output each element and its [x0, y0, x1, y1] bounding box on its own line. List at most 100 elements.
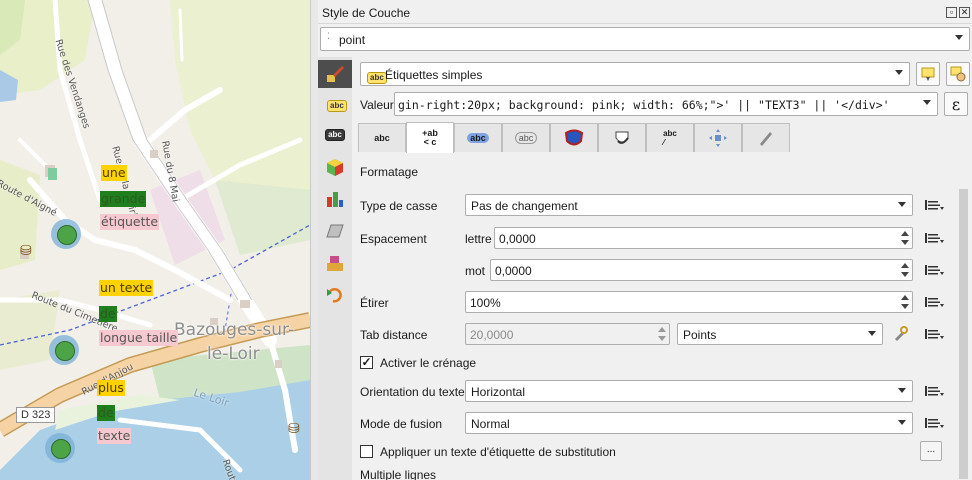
tab-formatting[interactable]: +ab < c — [406, 122, 454, 153]
orientation-select-value: Horizontal — [471, 385, 526, 399]
tab-callouts[interactable]: abc ⁄ — [646, 123, 694, 152]
map-canvas[interactable]: Bazouges-sur- le-Loir Rue des Vendanges … — [0, 0, 310, 480]
point-layer-icon: ⁚ — [327, 31, 330, 41]
point-feature[interactable] — [51, 219, 81, 249]
tab-background[interactable] — [550, 123, 598, 152]
data-defined-override-button[interactable] — [920, 291, 946, 313]
orientation-select[interactable]: Horizontal — [465, 380, 913, 402]
chevron-down-icon — [898, 388, 906, 393]
formatting-icon: +ab < c — [422, 128, 438, 147]
tab-buffer[interactable]: abc — [454, 123, 502, 152]
diagrams-tab[interactable] — [318, 185, 352, 213]
data-defined-override-button[interactable] — [920, 412, 946, 434]
data-defined-override-button[interactable] — [920, 194, 946, 216]
point-feature[interactable] — [49, 335, 79, 365]
case-label: Type de casse — [360, 199, 438, 213]
mask-tab[interactable] — [318, 217, 352, 245]
data-defined-icon — [925, 200, 944, 210]
history-tab[interactable] — [318, 281, 352, 309]
point-feature[interactable] — [45, 433, 75, 463]
expression-icon: abc — [327, 97, 347, 112]
copy-style-icon — [921, 67, 935, 81]
paintbrush-icon — [760, 132, 772, 146]
place-name-line2: le-Loir — [207, 344, 260, 364]
layer-select-value: point — [339, 33, 366, 47]
chevron-down-icon — [898, 420, 906, 425]
word-spacing-input[interactable]: 0,0000 — [490, 259, 913, 281]
paste-style-button[interactable] — [946, 62, 970, 86]
case-select[interactable]: Pas de changement — [465, 194, 913, 216]
symbology-tab[interactable] — [318, 60, 352, 88]
chevron-down-icon — [868, 331, 876, 336]
label-line: de — [99, 306, 117, 322]
callout-icon: abc ⁄ — [663, 129, 677, 147]
value-label: Valeur — [360, 98, 394, 112]
labels-tab[interactable]: abc — [318, 121, 352, 149]
tab-mask[interactable]: abc — [502, 123, 550, 152]
blend-mode-select[interactable]: Normal — [465, 412, 913, 434]
label-line: de — [97, 405, 115, 421]
undo-icon — [327, 288, 342, 303]
3d-view-tab[interactable] — [318, 153, 352, 181]
value-expression-input[interactable]: gin-right:20px; background: pink; width:… — [394, 92, 938, 116]
spin-buttons — [655, 324, 669, 344]
spin-buttons[interactable] — [898, 292, 912, 312]
tab-shadow[interactable] — [598, 123, 646, 152]
stretch-label: Étirer — [360, 296, 389, 310]
panel-splitter[interactable] — [310, 0, 318, 480]
layer-styling-panel: Style de Couche ▫ ✕ ⁚ point abc abc Étiq… — [318, 0, 972, 480]
orientation-label: Orientation du texte — [360, 385, 465, 399]
binoculars-icon: ⛁ — [20, 242, 32, 258]
blend-mode-label: Mode de fusion — [360, 417, 443, 431]
road-shield: D 323 — [16, 407, 56, 423]
data-defined-override-button[interactable] — [920, 380, 946, 402]
float-icon[interactable]: ▫ — [946, 7, 957, 18]
fields-tab[interactable] — [318, 249, 352, 277]
value-expression-text: gin-right:20px; background: pink; width:… — [398, 98, 890, 112]
spin-buttons[interactable] — [898, 260, 912, 280]
expression-builder-button[interactable]: ε — [944, 92, 968, 116]
shadow-icon — [615, 131, 629, 144]
wrench-icon[interactable] — [892, 325, 908, 344]
tab-distance-input: 20,0000 — [465, 323, 670, 345]
data-defined-icon — [925, 233, 944, 243]
data-defined-override-button[interactable] — [920, 323, 946, 345]
cube-icon — [327, 159, 343, 176]
tab-rendering[interactable] — [742, 123, 790, 152]
close-icon[interactable]: ✕ — [959, 7, 970, 18]
paintbrush-icon — [327, 66, 344, 82]
tab-distance-value: 20,0000 — [470, 328, 514, 342]
tab-distance-unit-select[interactable]: Points — [677, 323, 883, 345]
section-title: Formatage — [360, 165, 419, 179]
data-defined-override-button[interactable] — [920, 227, 946, 249]
chevron-down-icon — [898, 202, 906, 207]
scrollbar[interactable] — [956, 183, 972, 480]
word-spacing-value: 0,0000 — [495, 264, 532, 278]
substitution-checkbox[interactable] — [360, 445, 373, 458]
kerning-checkbox[interactable]: ✓ — [360, 356, 373, 369]
formatting-page: Formatage Type de casse Pas de changemen… — [352, 153, 972, 480]
tab-placement[interactable] — [694, 123, 742, 152]
labels-icon: abc — [367, 69, 387, 84]
labels-icon: abc — [325, 129, 345, 141]
placement-icon — [709, 129, 727, 147]
substitution-label: Appliquer un texte d'étiquette de substi… — [380, 445, 616, 459]
data-defined-override-button[interactable] — [920, 259, 946, 281]
hand-icon — [950, 66, 966, 82]
word-spacing-label: mot — [465, 264, 486, 278]
scrollbar-thumb[interactable] — [959, 189, 968, 479]
renderer-select[interactable]: abc Étiquettes simples — [360, 62, 910, 86]
chevron-down-icon — [955, 35, 963, 40]
substitution-settings-button[interactable]: ... — [920, 441, 942, 461]
stretch-input[interactable]: 100% — [465, 291, 913, 313]
buffer-icon: abc — [467, 133, 489, 143]
label-line: une — [101, 165, 127, 181]
tab-text[interactable]: abc — [358, 123, 406, 152]
chevron-down-icon — [923, 100, 931, 105]
spin-buttons[interactable] — [898, 228, 912, 248]
letter-spacing-input[interactable]: 0,0000 — [494, 227, 913, 249]
copy-style-button[interactable] — [916, 62, 940, 86]
layer-select[interactable]: ⁚ point — [320, 27, 970, 51]
label-line: texte — [97, 428, 132, 444]
stretch-value: 100% — [470, 296, 501, 310]
